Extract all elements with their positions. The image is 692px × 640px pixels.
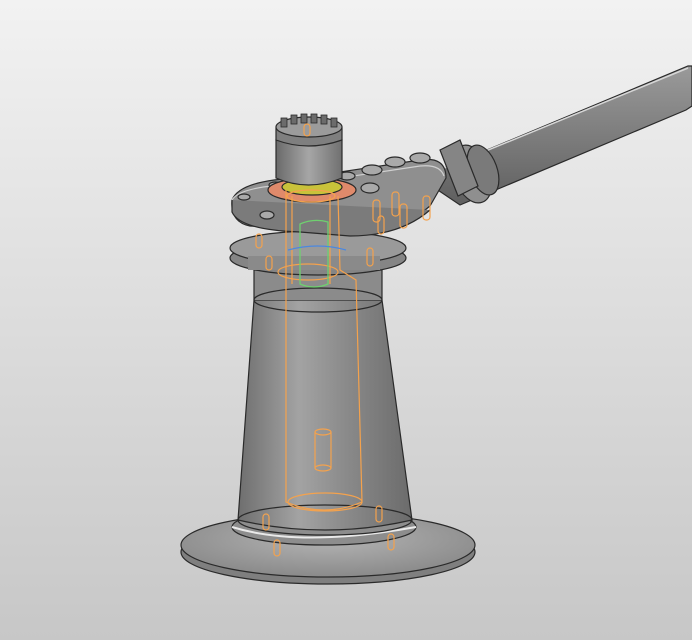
cad-model-view[interactable] [0, 0, 692, 640]
cad-viewport[interactable] [0, 0, 692, 640]
